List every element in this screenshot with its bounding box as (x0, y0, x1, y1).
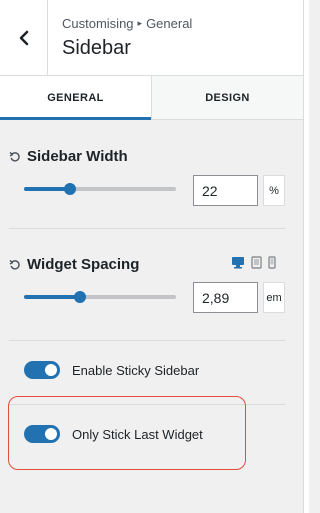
sticky-sidebar-row: Enable Sticky Sidebar (24, 361, 199, 379)
toggle-knob (45, 364, 57, 376)
divider (9, 228, 285, 229)
customizer-header: Customising ▸ General Sidebar (0, 0, 303, 76)
tab-bar: GENERAL DESIGN (0, 76, 303, 120)
page-title: Sidebar (62, 37, 131, 59)
widget-spacing-heading: Widget Spacing (9, 256, 139, 273)
mobile-icon[interactable] (268, 256, 276, 269)
widget-spacing-unit[interactable]: em (263, 282, 285, 313)
chevron-left-icon (19, 30, 28, 45)
tab-design[interactable]: DESIGN (151, 76, 303, 119)
breadcrumb-item-general: General (146, 16, 193, 31)
tab-general[interactable]: GENERAL (0, 76, 151, 120)
sticky-sidebar-label: Enable Sticky Sidebar (72, 362, 200, 378)
sidebar-width-input[interactable] (193, 175, 258, 206)
breadcrumb-item-customising: Customising (62, 16, 134, 31)
breadcrumb: Customising ▸ General (62, 16, 192, 31)
highlight-annotation (8, 396, 246, 470)
slider-fill (24, 187, 70, 191)
widget-spacing-input[interactable] (193, 282, 258, 313)
reset-icon[interactable] (9, 151, 21, 163)
sticky-sidebar-toggle[interactable] (24, 361, 60, 379)
right-edge-strip (303, 0, 309, 513)
back-button[interactable] (0, 0, 48, 75)
widget-spacing-slider[interactable] (24, 291, 176, 303)
sidebar-width-unit[interactable]: % (263, 175, 285, 206)
widget-spacing-label: Widget Spacing (27, 256, 140, 273)
sidebar-width-label: Sidebar Width (27, 148, 128, 165)
reset-icon[interactable] (9, 259, 21, 271)
slider-fill (24, 295, 81, 299)
divider (9, 340, 285, 341)
tablet-icon[interactable] (251, 256, 262, 269)
header-text: Customising ▸ General Sidebar (48, 0, 192, 75)
breadcrumb-separator: ▸ (137, 18, 143, 28)
sidebar-width-heading: Sidebar Width (9, 148, 128, 165)
device-switcher (231, 256, 276, 269)
slider-thumb[interactable] (63, 183, 76, 195)
sidebar-width-slider[interactable] (24, 183, 176, 195)
slider-thumb[interactable] (74, 291, 87, 303)
desktop-icon[interactable] (231, 256, 245, 269)
